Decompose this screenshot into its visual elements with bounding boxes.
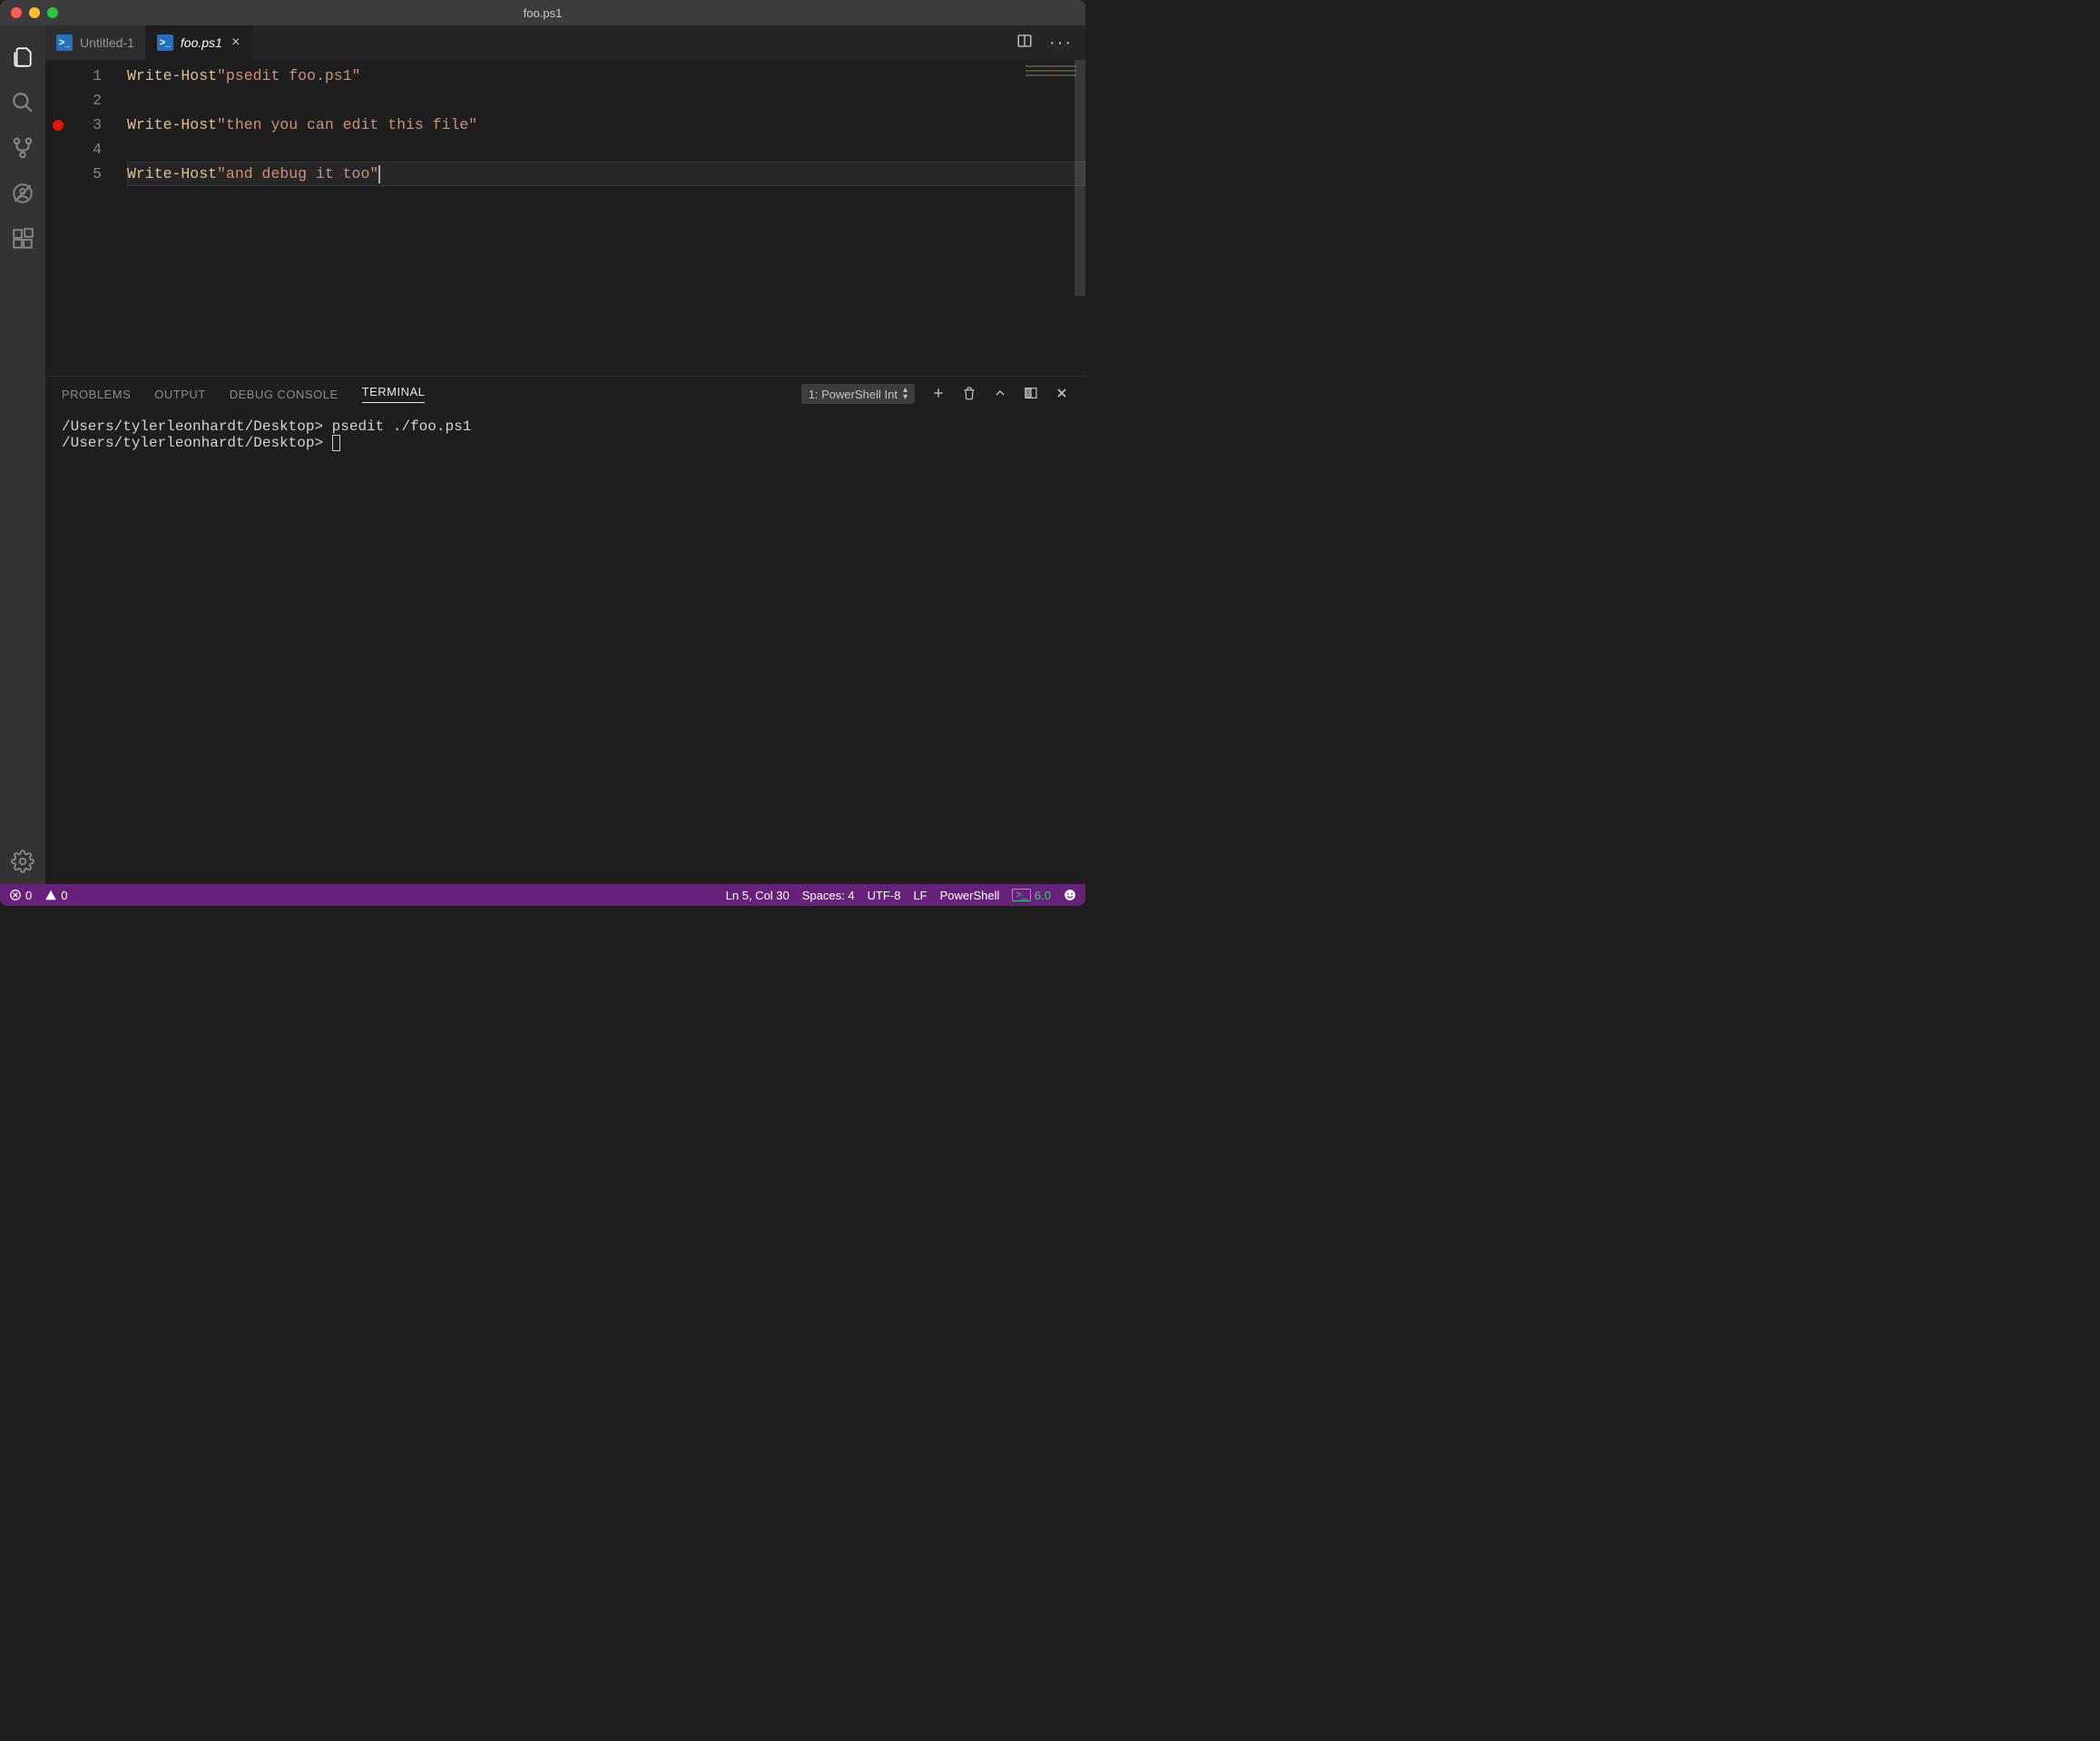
code-line[interactable] xyxy=(127,88,1085,113)
panel-tabs: PROBLEMS OUTPUT DEBUG CONSOLE TERMINAL 1… xyxy=(45,377,1085,411)
collapse-panel-icon[interactable] xyxy=(993,386,1007,403)
activity-bar xyxy=(0,25,45,884)
code-line[interactable] xyxy=(127,137,1085,162)
tab-foo-ps1[interactable]: >_ foo.ps1 × xyxy=(146,25,253,60)
status-eol[interactable]: LF xyxy=(913,889,927,902)
more-actions-icon[interactable]: ··· xyxy=(1049,33,1073,54)
close-panel-icon[interactable] xyxy=(1055,386,1069,403)
line-number: 2 xyxy=(45,88,127,113)
status-powershell-version[interactable]: >_ 6.0 xyxy=(1012,889,1051,902)
titlebar: foo.ps1 xyxy=(0,0,1085,25)
debug-icon[interactable] xyxy=(0,171,45,216)
powershell-file-icon: >_ xyxy=(56,34,73,51)
tab-label: Untitled-1 xyxy=(80,35,134,50)
dropdown-arrows-icon: ▴▾ xyxy=(903,387,908,401)
powershell-file-icon: >_ xyxy=(157,34,173,51)
explorer-icon[interactable] xyxy=(0,34,45,80)
line-number: 4 xyxy=(45,137,127,162)
terminal-cursor xyxy=(332,435,340,451)
panel-tab-debug-console[interactable]: DEBUG CONSOLE xyxy=(230,388,339,401)
editor-actions: ··· xyxy=(1016,25,1085,60)
window-title: foo.ps1 xyxy=(0,6,1085,20)
window-controls xyxy=(0,7,58,18)
maximize-window-button[interactable] xyxy=(47,7,58,18)
main-area: >_ Untitled-1 >_ foo.ps1 × ··· xyxy=(0,25,1085,884)
panel-tab-terminal[interactable]: TERMINAL xyxy=(362,385,426,403)
close-tab-icon[interactable]: × xyxy=(230,34,241,51)
extensions-icon[interactable] xyxy=(0,216,45,261)
line-number: 1 xyxy=(45,64,127,88)
code-editor[interactable]: 1 2 3 4 5 Write-Host "psedit foo.ps1" Wr… xyxy=(45,60,1085,376)
maximize-panel-icon[interactable] xyxy=(1024,386,1038,403)
terminal-prompt: /Users/tylerleonhardt/Desktop> xyxy=(62,435,332,451)
powershell-terminal-icon: >_ xyxy=(1012,889,1031,901)
code-line[interactable]: Write-Host "psedit foo.ps1" xyxy=(127,64,1085,88)
editor-scrollbar[interactable] xyxy=(1075,60,1085,296)
status-cursor-position[interactable]: Ln 5, Col 30 xyxy=(726,889,790,902)
editor-gutter: 1 2 3 4 5 xyxy=(45,60,127,376)
terminal-selector[interactable]: 1: PowerShell Int ▴▾ xyxy=(801,384,915,404)
panel-tab-problems[interactable]: PROBLEMS xyxy=(62,388,131,401)
split-editor-icon[interactable] xyxy=(1016,33,1033,54)
kill-terminal-icon[interactable] xyxy=(962,386,976,403)
editor-content[interactable]: Write-Host "psedit foo.ps1" Write-Host "… xyxy=(127,60,1085,376)
minimize-window-button[interactable] xyxy=(29,7,40,18)
status-errors[interactable]: 0 xyxy=(9,889,32,902)
status-indentation[interactable]: Spaces: 4 xyxy=(802,889,855,902)
breakpoint-icon[interactable] xyxy=(53,120,64,131)
terminal[interactable]: /Users/tylerleonhardt/Desktop> psedit ./… xyxy=(45,411,1085,884)
editor-tabs: >_ Untitled-1 >_ foo.ps1 × ··· xyxy=(45,25,1085,60)
line-number: 5 xyxy=(45,162,127,186)
gear-icon[interactable] xyxy=(0,839,45,884)
minimap[interactable] xyxy=(1025,65,1076,78)
app-window: foo.ps1 xyxy=(0,0,1085,906)
terminal-prompt: /Users/tylerleonhardt/Desktop> xyxy=(62,418,323,435)
status-feedback-icon[interactable] xyxy=(1064,889,1076,901)
code-line[interactable]: Write-Host "and debug it too" xyxy=(127,162,1085,186)
status-language[interactable]: PowerShell xyxy=(940,889,1000,902)
line-number: 3 xyxy=(45,113,127,137)
bottom-panel: PROBLEMS OUTPUT DEBUG CONSOLE TERMINAL 1… xyxy=(45,376,1085,884)
search-icon[interactable] xyxy=(0,80,45,125)
new-terminal-icon[interactable] xyxy=(931,386,946,403)
tab-untitled-1[interactable]: >_ Untitled-1 xyxy=(45,25,146,60)
panel-tab-output[interactable]: OUTPUT xyxy=(154,388,205,401)
terminal-selector-label: 1: PowerShell Int xyxy=(809,388,898,401)
status-warnings[interactable]: 0 xyxy=(44,889,67,902)
source-control-icon[interactable] xyxy=(0,125,45,171)
panel-actions: 1: PowerShell Int ▴▾ xyxy=(801,384,1069,404)
close-window-button[interactable] xyxy=(11,7,22,18)
content-column: >_ Untitled-1 >_ foo.ps1 × ··· xyxy=(45,25,1085,884)
text-cursor xyxy=(378,165,380,183)
terminal-command: psedit ./foo.ps1 xyxy=(323,418,471,435)
code-line[interactable]: Write-Host "then you can edit this file" xyxy=(127,113,1085,137)
tab-label: foo.ps1 xyxy=(181,35,222,50)
status-encoding[interactable]: UTF-8 xyxy=(868,889,901,902)
status-bar: 0 0 Ln 5, Col 30 Spaces: 4 UTF-8 LF Powe… xyxy=(0,884,1085,906)
